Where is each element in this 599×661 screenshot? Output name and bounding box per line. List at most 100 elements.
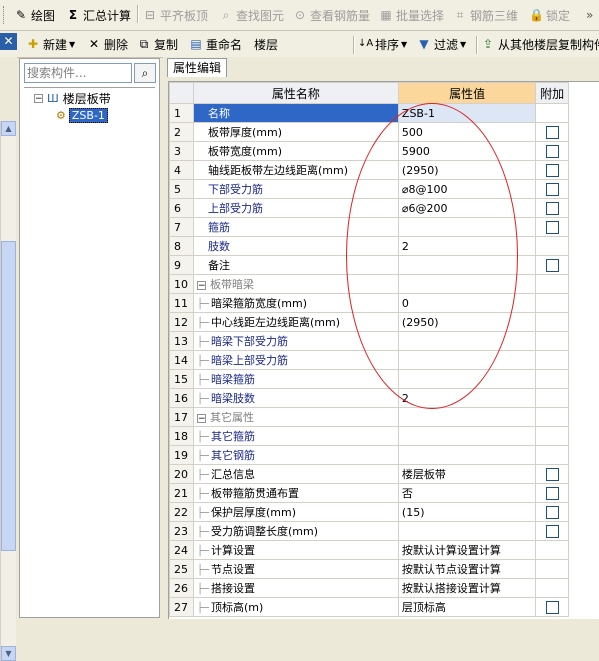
extra-checkbox[interactable]: [545, 125, 559, 139]
property-row[interactable]: 24 ├─ 计算设置 按默认计算设置计算: [169, 540, 569, 560]
property-value[interactable]: (2950): [397, 312, 537, 332]
property-value[interactable]: 楼层板带: [397, 464, 537, 484]
property-value[interactable]: 否: [397, 483, 537, 503]
property-value[interactable]: [397, 274, 537, 294]
property-row[interactable]: 9 备注: [169, 255, 569, 275]
summary-calc-button[interactable]: Σ 汇总计算: [66, 0, 131, 30]
property-row[interactable]: 5 下部受力筋 ⌀8@100: [169, 179, 569, 199]
property-row[interactable]: 2 板带厚度(mm) 500: [169, 122, 569, 142]
close-panel-icon[interactable]: ✕: [0, 33, 17, 50]
property-value[interactable]: [397, 445, 537, 465]
extra-cell[interactable]: [535, 179, 569, 199]
property-value[interactable]: 2: [397, 236, 537, 256]
search-icon[interactable]: ⌕: [134, 63, 156, 83]
property-value[interactable]: [397, 350, 537, 370]
filter-button[interactable]: ▼ 过滤 ▼: [417, 31, 466, 57]
property-row[interactable]: 15 ├─ 暗梁箍筋: [169, 369, 569, 389]
extra-checkbox[interactable]: [545, 486, 559, 500]
extra-cell[interactable]: [535, 217, 569, 237]
property-row[interactable]: 10− 板带暗梁: [169, 274, 569, 294]
property-value[interactable]: 按默认计算设置计算: [397, 540, 537, 560]
scroll-thumb[interactable]: [1, 241, 16, 551]
rebar-3d-button[interactable]: ⌗ 钢筋三维: [453, 0, 518, 30]
property-value[interactable]: [397, 426, 537, 446]
property-row[interactable]: 16 ├─ 暗梁肢数 2: [169, 388, 569, 408]
property-value[interactable]: [397, 331, 537, 351]
extra-checkbox[interactable]: [545, 182, 559, 196]
extra-cell[interactable]: [535, 483, 569, 503]
property-value[interactable]: [397, 217, 537, 237]
property-row[interactable]: 21 ├─ 板带箍筋贯通布置否: [169, 483, 569, 503]
property-row[interactable]: 6 上部受力筋 ⌀6@200: [169, 198, 569, 218]
scroll-up-icon[interactable]: ▲: [1, 121, 16, 136]
extra-cell[interactable]: [535, 597, 569, 617]
property-value[interactable]: 0: [397, 293, 537, 313]
property-row[interactable]: 14 ├─ 暗梁上部受力筋: [169, 350, 569, 370]
property-row[interactable]: 7 箍筋: [169, 217, 569, 237]
property-value[interactable]: (2950): [397, 160, 537, 180]
property-value[interactable]: ⌀6@200: [397, 198, 537, 218]
property-row[interactable]: 11 ├─ 暗梁箍筋宽度(mm) 0: [169, 293, 569, 313]
left-scrollbar[interactable]: ▲ ▼: [0, 121, 16, 661]
property-row[interactable]: 12 ├─ 中心线距左边线距离(mm) (2950): [169, 312, 569, 332]
extra-cell[interactable]: [535, 464, 569, 484]
property-row[interactable]: 22 ├─ 保护层厚度(mm) (15): [169, 502, 569, 522]
scroll-down-icon[interactable]: ▼: [1, 646, 16, 661]
extra-cell[interactable]: [535, 255, 569, 275]
property-value[interactable]: 5900: [397, 141, 537, 161]
property-value[interactable]: 按默认搭接设置计算: [397, 578, 537, 598]
batch-select-button[interactable]: ▦ 批量选择: [379, 0, 444, 30]
extra-checkbox[interactable]: [545, 600, 559, 614]
tree-child-node[interactable]: ⚙ ZSB-1: [56, 108, 108, 123]
property-row[interactable]: 23 ├─ 受力筋调整长度(mm): [169, 521, 569, 541]
property-row[interactable]: 1 名称 ZSB-1: [169, 103, 569, 123]
property-row[interactable]: 13 ├─ 暗梁下部受力筋: [169, 331, 569, 351]
property-row[interactable]: 3 板带宽度(mm) 5900: [169, 141, 569, 161]
property-value[interactable]: [397, 369, 537, 389]
extra-cell[interactable]: [535, 502, 569, 522]
property-row[interactable]: 17− 其它属性: [169, 407, 569, 427]
new-button[interactable]: ✚ 新建 ▼: [26, 31, 75, 57]
property-row[interactable]: 27 ├─ 顶标高(m) 层顶标高: [169, 597, 569, 617]
property-value[interactable]: ZSB-1: [397, 103, 537, 123]
lock-button[interactable]: 🔒 锁定: [529, 0, 570, 30]
align-slab-top-button[interactable]: ⊟ 平齐板顶: [143, 0, 208, 30]
property-value[interactable]: 层顶标高: [397, 597, 537, 617]
extra-cell[interactable]: [535, 122, 569, 142]
property-value[interactable]: (15): [397, 502, 537, 522]
extra-checkbox[interactable]: [545, 201, 559, 215]
property-row[interactable]: 26 ├─ 搭接设置 按默认搭接设置计算: [169, 578, 569, 598]
property-value[interactable]: ⌀8@100: [397, 179, 537, 199]
extra-checkbox[interactable]: [545, 144, 559, 158]
property-value[interactable]: 2: [397, 388, 537, 408]
group-collapse-icon[interactable]: −: [196, 414, 206, 424]
tab-property-edit[interactable]: 属性编辑: [167, 58, 227, 77]
property-row[interactable]: 25 ├─ 节点设置 按默认节点设置计算: [169, 559, 569, 579]
toolbar-overflow-chevron-icon[interactable]: »: [586, 0, 593, 30]
extra-cell[interactable]: [535, 141, 569, 161]
copy-button[interactable]: ⧉ 复制: [137, 31, 178, 57]
extra-checkbox[interactable]: [545, 163, 559, 177]
extra-checkbox[interactable]: [545, 258, 559, 272]
view-rebar-button[interactable]: ⊙ 查看钢筋量: [293, 0, 370, 30]
extra-checkbox[interactable]: [545, 505, 559, 519]
property-row[interactable]: 4 轴线距板带左边线距离(mm) (2950): [169, 160, 569, 180]
property-row[interactable]: 18 ├─ 其它箍筋: [169, 426, 569, 446]
toolbar-grip[interactable]: [3, 6, 7, 24]
extra-cell[interactable]: [535, 198, 569, 218]
search-input[interactable]: 搜索构件...: [24, 63, 132, 83]
tree-root-node[interactable]: − Ш 楼层板带: [34, 90, 111, 107]
copy-from-floor-button[interactable]: ⇪ 从其他楼层复制构件: [481, 31, 599, 57]
extra-checkbox[interactable]: [545, 524, 559, 538]
extra-checkbox[interactable]: [545, 467, 559, 481]
find-element-button[interactable]: ⌕ 查找图元: [219, 0, 284, 30]
extra-cell[interactable]: [535, 521, 569, 541]
property-value[interactable]: [397, 521, 537, 541]
group-collapse-icon[interactable]: −: [196, 281, 206, 291]
property-value[interactable]: [397, 255, 537, 275]
draw-button[interactable]: ✎ 绘图: [14, 0, 55, 30]
rename-button[interactable]: ▤ 重命名: [189, 31, 242, 57]
extra-checkbox[interactable]: [545, 220, 559, 234]
delete-button[interactable]: ✕ 删除: [87, 31, 128, 57]
property-value[interactable]: 500: [397, 122, 537, 142]
